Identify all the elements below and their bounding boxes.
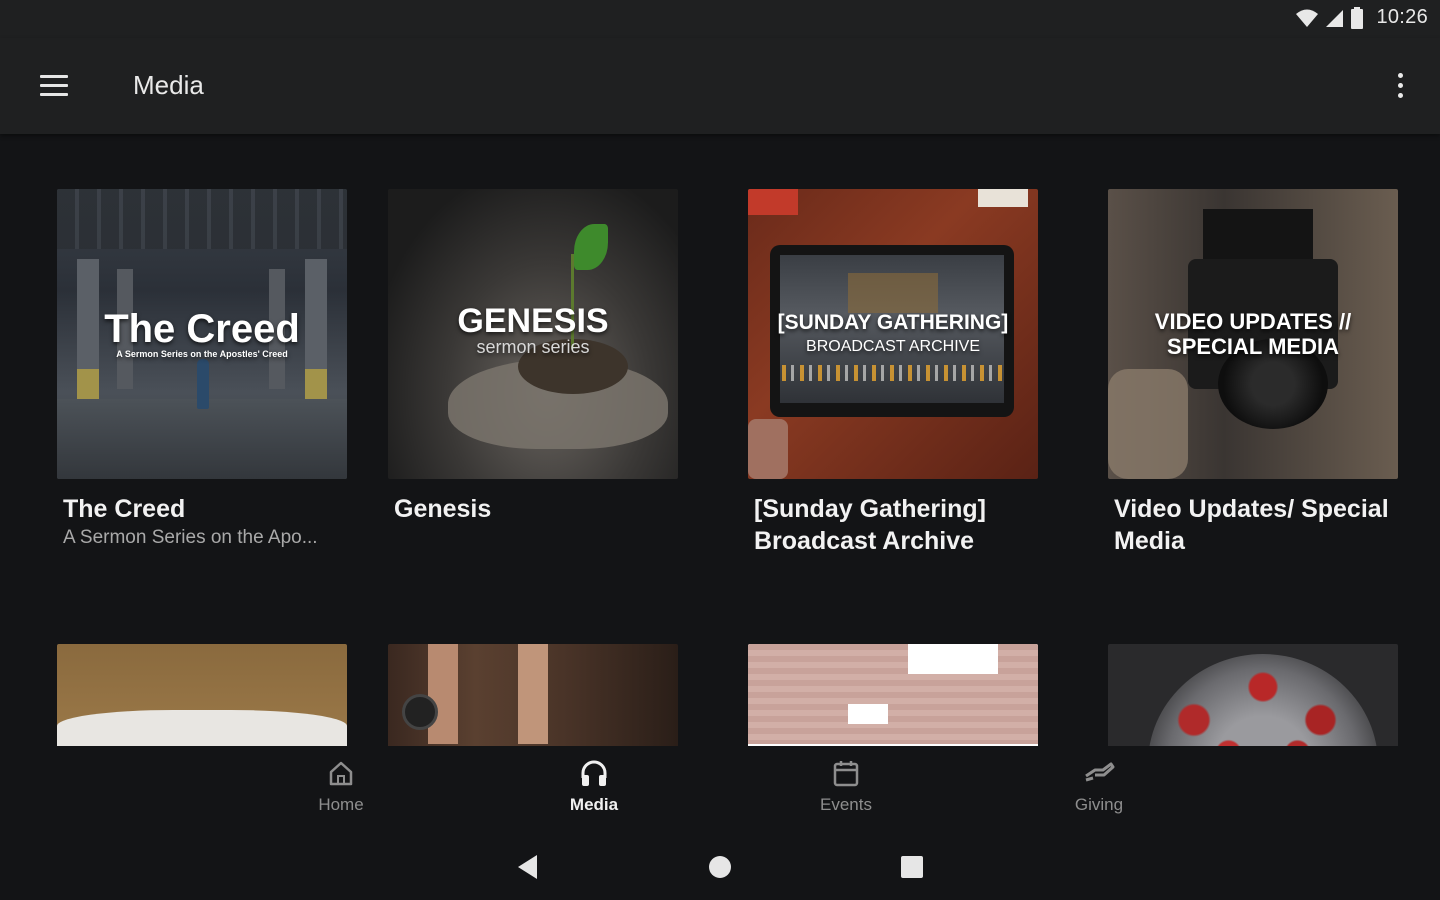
card-title: [Sunday Gathering] Broadcast Archive <box>754 495 986 555</box>
media-grid: The Creed A Sermon Series on the Apostle… <box>0 134 1440 746</box>
media-card-sunday-gathering[interactable]: [SUNDAY GATHERING] BROADCAST ARCHIVE [Su… <box>748 189 1038 557</box>
card-title: The Creed <box>63 495 186 523</box>
calendar-icon <box>833 761 859 787</box>
nav-giving-label: Giving <box>1074 795 1124 814</box>
status-bar: 10:26 <box>0 0 1440 38</box>
card-title: Genesis <box>394 495 492 523</box>
card-title: Video Updates/ Special Media <box>1114 495 1389 555</box>
menu-icon[interactable] <box>34 68 74 104</box>
card-thumbnail: GENESIS sermon series <box>388 189 678 479</box>
headphones-icon <box>581 760 607 786</box>
battery-icon <box>1351 6 1364 29</box>
nav-events[interactable]: Events <box>776 758 916 815</box>
back-icon[interactable] <box>513 852 543 882</box>
app-bar: Media <box>0 38 1440 134</box>
media-card-row2-1[interactable] <box>57 644 347 746</box>
status-time: 10:26 <box>1376 6 1428 28</box>
nav-home[interactable]: Home <box>271 758 411 815</box>
card-thumbnail <box>388 644 678 746</box>
media-card-genesis[interactable]: GENESIS sermon series Genesis <box>388 189 678 525</box>
giving-hand-icon <box>1085 762 1115 782</box>
card-art-subtitle: SPECIAL MEDIA <box>1167 334 1339 359</box>
home-circle-icon[interactable] <box>705 852 735 882</box>
cellular-signal-icon <box>1326 9 1344 27</box>
system-navigation <box>0 832 1440 900</box>
card-thumbnail: VIDEO UPDATES // SPECIAL MEDIA <box>1108 189 1398 479</box>
card-art-title: VIDEO UPDATES // <box>1154 309 1352 334</box>
nav-media-label: Media <box>569 795 619 814</box>
nav-events-label: Events <box>820 795 872 814</box>
card-art-subtitle: A Sermon Series on the Apostles' Creed <box>116 349 288 359</box>
wifi-icon <box>1296 9 1319 27</box>
page-title: Media <box>133 70 204 100</box>
card-thumbnail <box>1108 644 1398 746</box>
nav-giving[interactable]: Giving <box>1029 758 1169 815</box>
media-card-row2-4[interactable] <box>1108 644 1398 746</box>
media-card-video-updates[interactable]: VIDEO UPDATES // SPECIAL MEDIA Video Upd… <box>1108 189 1398 557</box>
card-art-title: The Creed <box>104 307 300 351</box>
card-art-title: GENESIS <box>457 302 609 340</box>
nav-home-label: Home <box>318 795 364 814</box>
home-icon <box>329 761 353 786</box>
card-art-subtitle: BROADCAST ARCHIVE <box>806 338 980 355</box>
status-icons: 10:26 <box>1296 6 1428 29</box>
card-thumbnail: [SUNDAY GATHERING] BROADCAST ARCHIVE <box>748 189 1038 479</box>
nav-media[interactable]: Media <box>524 758 664 815</box>
media-card-row2-2[interactable] <box>388 644 678 746</box>
media-card-the-creed[interactable]: The Creed A Sermon Series on the Apostle… <box>57 189 347 549</box>
more-options-icon[interactable] <box>1390 66 1410 106</box>
card-subtitle: A Sermon Series on the Apo... <box>63 527 318 548</box>
card-art-title: [SUNDAY GATHERING] <box>777 311 1009 334</box>
bottom-navigation: Home Media Events Giving <box>0 746 1440 832</box>
card-thumbnail: The Creed A Sermon Series on the Apostle… <box>57 189 347 479</box>
recent-apps-icon[interactable] <box>897 852 927 882</box>
media-card-row2-3[interactable] <box>748 644 1038 746</box>
card-thumbnail <box>748 644 1038 746</box>
card-art-subtitle: sermon series <box>476 337 590 357</box>
card-thumbnail <box>57 644 347 746</box>
